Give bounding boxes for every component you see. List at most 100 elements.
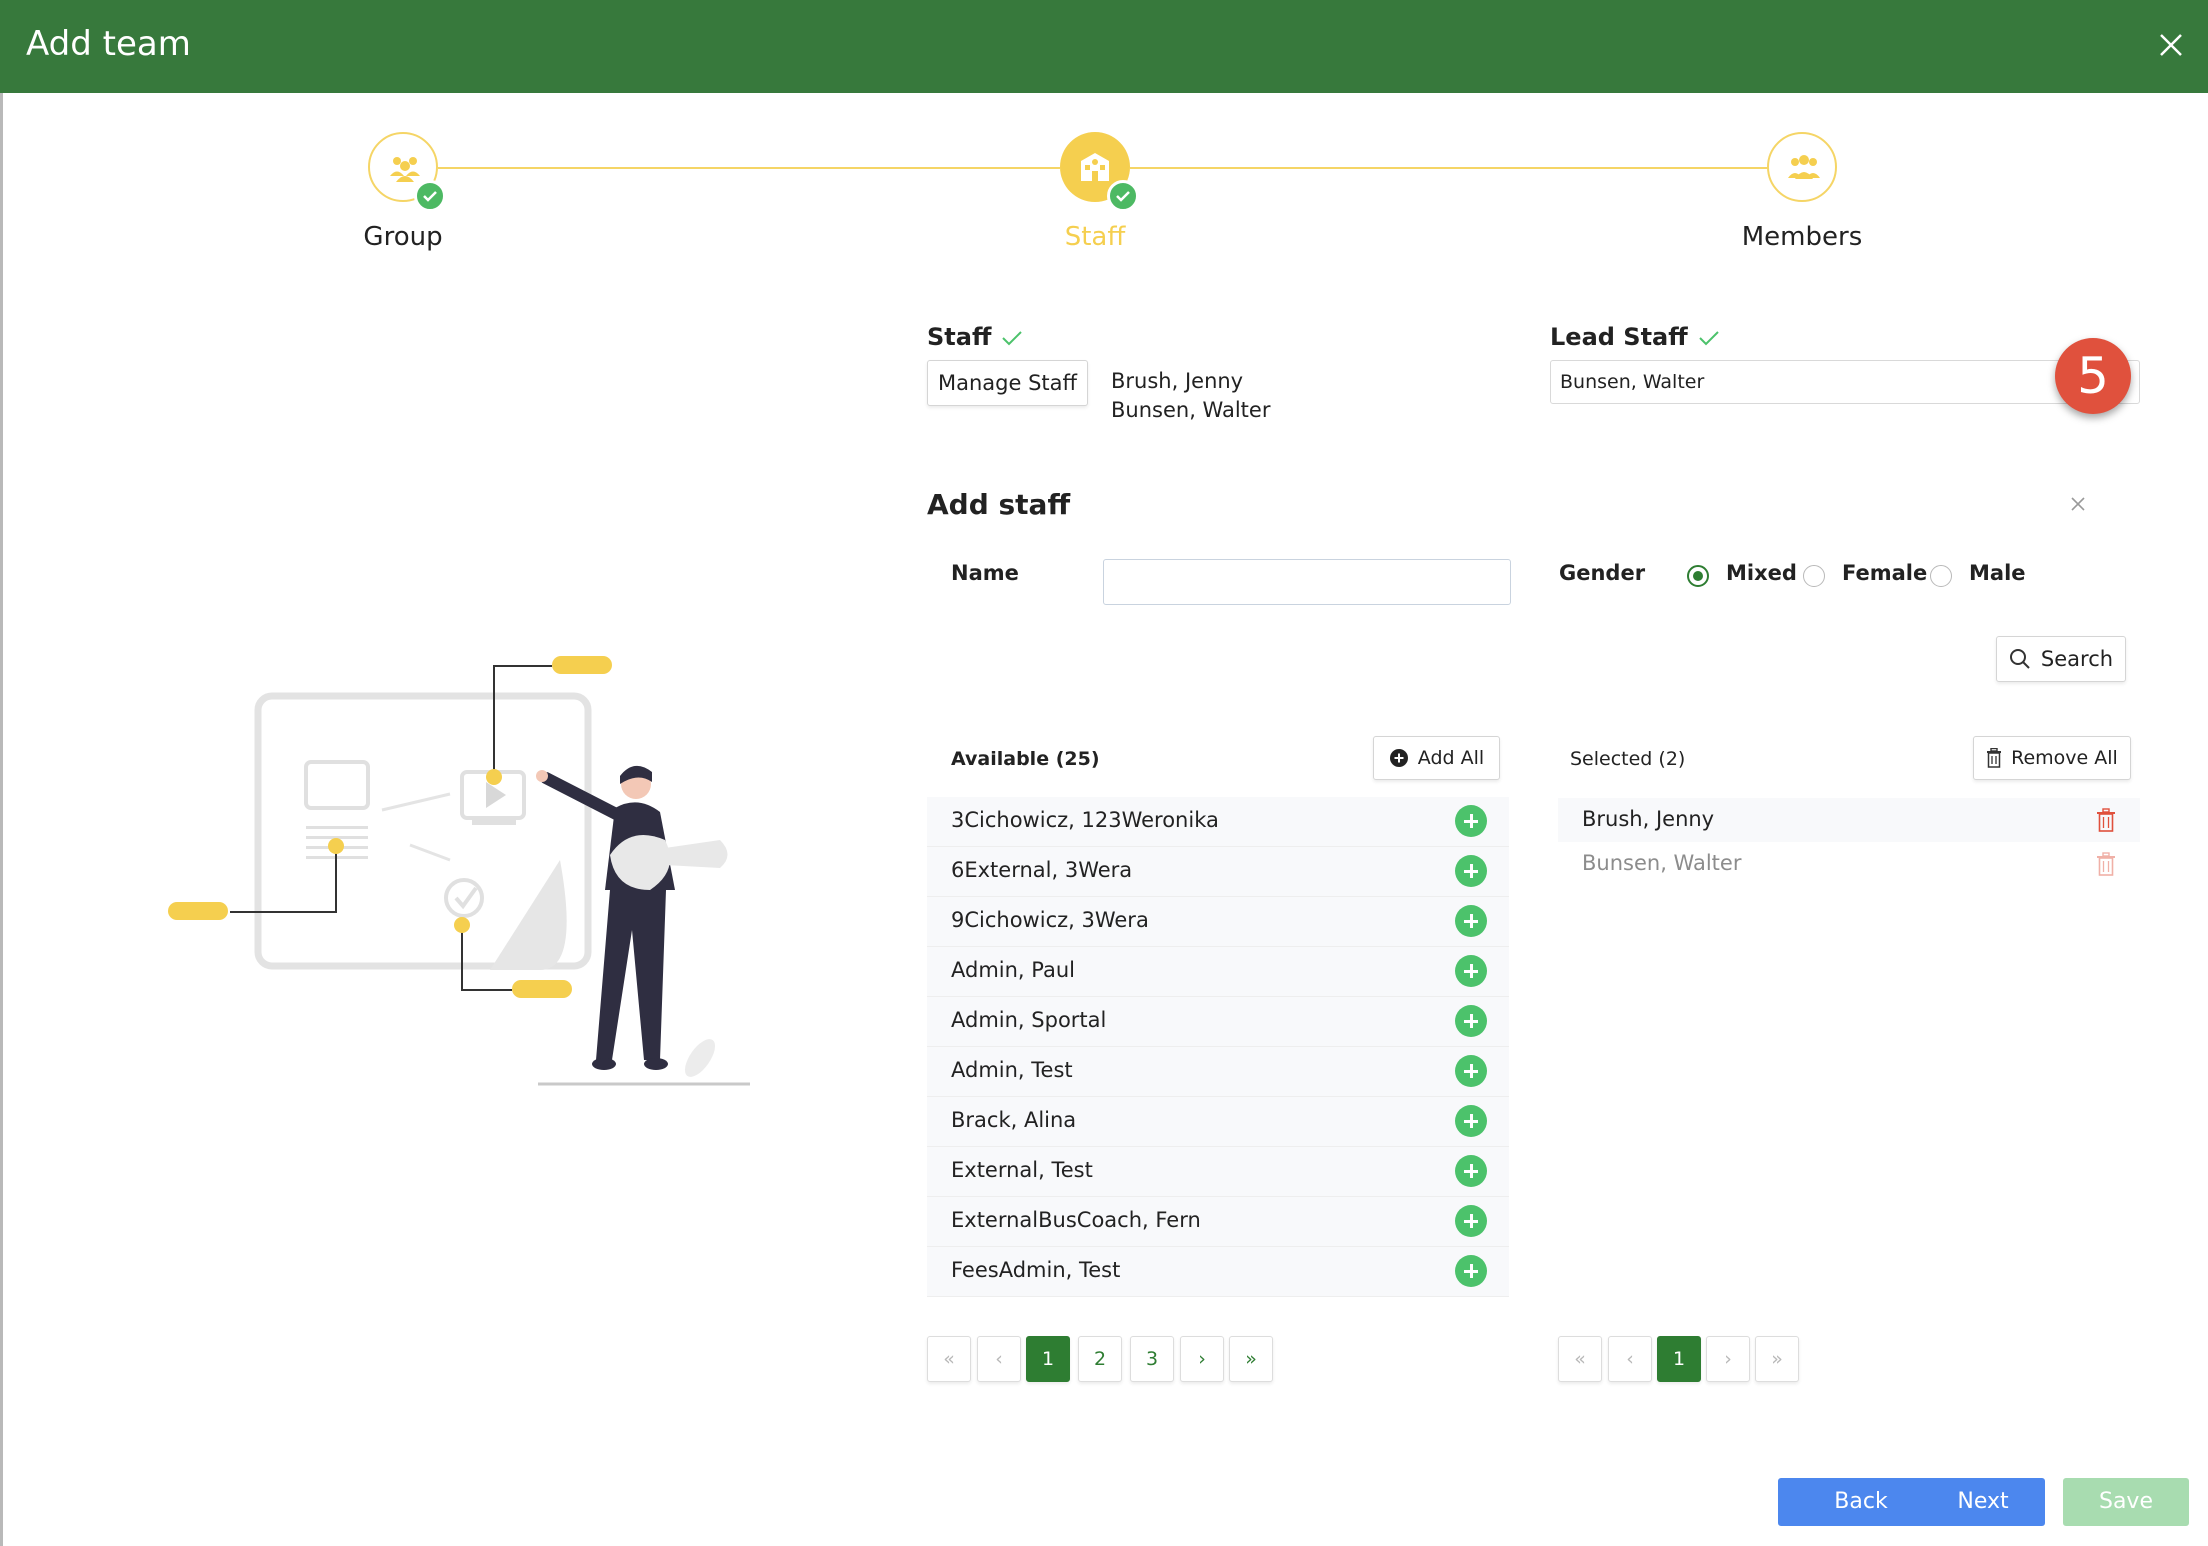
step-label-staff: Staff — [1064, 222, 1126, 252]
name-label: Name — [951, 561, 1019, 585]
pagination-prev[interactable]: ‹ — [1608, 1336, 1652, 1382]
available-row[interactable]: Admin, Test — [927, 1047, 1509, 1097]
gender-radio-female[interactable] — [1803, 565, 1825, 587]
check-icon — [1116, 191, 1130, 202]
staff-illustration — [168, 656, 750, 1086]
manage-staff-button[interactable]: Manage Staff — [927, 360, 1088, 406]
stepper-connector — [1130, 167, 1768, 169]
available-row-label: External, Test — [951, 1158, 1093, 1182]
add-icon[interactable] — [1455, 1255, 1487, 1287]
save-button[interactable]: Save — [2063, 1478, 2189, 1526]
add-icon[interactable] — [1455, 1155, 1487, 1187]
search-icon — [2009, 649, 2030, 669]
add-icon[interactable] — [1455, 1055, 1487, 1087]
dialog-title: Add team — [26, 24, 191, 64]
selected-row[interactable]: Bunsen, Walter — [1558, 842, 2140, 886]
available-row[interactable]: 9Cichowicz, 3Wera — [927, 897, 1509, 947]
plus-circle-icon — [1389, 749, 1408, 767]
step-label-members: Members — [1741, 222, 1863, 252]
pagination-page[interactable]: 1 — [1657, 1336, 1701, 1382]
pagination-last[interactable]: » — [1229, 1336, 1273, 1382]
available-row-label: FeesAdmin, Test — [951, 1258, 1121, 1282]
available-row[interactable]: Brack, Alina — [927, 1097, 1509, 1147]
lead-staff-select[interactable]: Bunsen, Walter — [1550, 360, 2140, 404]
assigned-staff-name: Bunsen, Walter — [1111, 398, 1271, 422]
close-icon[interactable] — [2069, 495, 2087, 513]
available-row-label: 9Cichowicz, 3Wera — [951, 908, 1149, 932]
available-row-label: Admin, Sportal — [951, 1008, 1107, 1032]
add-all-label: Add All — [1417, 747, 1485, 769]
add-staff-title: Add staff — [927, 488, 1071, 521]
add-icon[interactable] — [1455, 1105, 1487, 1137]
remove-all-button[interactable]: Remove All — [1973, 736, 2131, 780]
available-row[interactable]: 3Cichowicz, 123Weronika — [927, 797, 1509, 847]
stepper-connector — [438, 167, 1060, 169]
step-callout-badge: 5 — [2055, 338, 2131, 414]
step-done-check — [414, 180, 446, 212]
lead-staff-label-text: Lead Staff — [1550, 323, 1688, 351]
pagination-page[interactable]: 3 — [1130, 1336, 1174, 1382]
add-icon[interactable] — [1455, 955, 1487, 987]
available-row[interactable]: ExternalBusCoach, Fern — [927, 1197, 1509, 1247]
step-done-check — [1107, 180, 1139, 212]
add-icon[interactable] — [1455, 855, 1487, 887]
add-team-dialog: Add team Group Staff Members Staff Manag… — [0, 0, 2208, 1546]
lead-staff-section-label: Lead Staff — [1550, 323, 1720, 351]
pagination-next[interactable]: › — [1706, 1336, 1750, 1382]
trash-icon — [1987, 748, 2002, 768]
add-icon[interactable] — [1455, 1005, 1487, 1037]
trash-icon[interactable] — [2096, 808, 2116, 832]
back-button[interactable]: Back — [1778, 1478, 1944, 1526]
dialog-header: Add team — [0, 0, 2208, 93]
available-row-label: Admin, Paul — [951, 958, 1076, 982]
trash-icon[interactable] — [2096, 852, 2116, 876]
gender-radio-mixed[interactable] — [1687, 565, 1709, 587]
remove-all-label: Remove All — [2011, 747, 2118, 769]
check-icon — [423, 191, 437, 202]
step-members[interactable] — [1767, 132, 1837, 202]
check-icon — [1698, 331, 1719, 346]
selected-row-label: Bunsen, Walter — [1582, 851, 1742, 875]
selected-row[interactable]: Brush, Jenny — [1558, 798, 2140, 842]
available-row[interactable]: FeesAdmin, Test — [927, 1247, 1509, 1297]
assigned-staff-name: Brush, Jenny — [1111, 369, 1244, 393]
next-button[interactable]: Next — [1921, 1478, 2045, 1526]
pagination-first[interactable]: « — [927, 1336, 971, 1382]
staff-section-label: Staff — [927, 323, 1023, 351]
available-row-label: Admin, Test — [951, 1058, 1073, 1082]
available-row[interactable]: Admin, Sportal — [927, 997, 1509, 1047]
gender-label: Gender — [1559, 561, 1646, 585]
available-row[interactable]: Admin, Paul — [927, 947, 1509, 997]
available-row-label: ExternalBusCoach, Fern — [951, 1208, 1201, 1232]
close-icon[interactable] — [2154, 28, 2188, 62]
available-row[interactable]: 6External, 3Wera — [927, 847, 1509, 897]
pagination-last[interactable]: » — [1755, 1336, 1799, 1382]
window-edge — [0, 93, 3, 1546]
gender-option-label: Mixed — [1726, 561, 1797, 585]
add-all-button[interactable]: Add All — [1373, 736, 1500, 780]
gender-option-label: Male — [1969, 561, 2026, 585]
pagination-prev[interactable]: ‹ — [977, 1336, 1021, 1382]
name-input[interactable] — [1103, 559, 1511, 605]
available-header: Available (25) — [951, 748, 1100, 770]
pagination-page[interactable]: 2 — [1078, 1336, 1122, 1382]
staff-label-text: Staff — [927, 323, 992, 351]
available-row-label: 6External, 3Wera — [951, 858, 1133, 882]
pagination-page[interactable]: 1 — [1026, 1336, 1070, 1382]
search-button[interactable]: Search — [1996, 636, 2126, 682]
check-icon — [1002, 331, 1023, 346]
add-icon[interactable] — [1455, 1205, 1487, 1237]
step-label-group: Group — [363, 222, 443, 252]
building-icon — [1081, 153, 1109, 181]
add-icon[interactable] — [1455, 805, 1487, 837]
available-row[interactable]: External, Test — [927, 1147, 1509, 1197]
add-icon[interactable] — [1455, 905, 1487, 937]
search-button-label: Search — [2040, 647, 2114, 671]
members-icon — [1788, 155, 1820, 179]
pagination-next[interactable]: › — [1180, 1336, 1224, 1382]
selected-row-label: Brush, Jenny — [1582, 807, 1715, 831]
gender-radio-male[interactable] — [1930, 565, 1952, 587]
selected-header: Selected (2) — [1570, 748, 1686, 770]
available-row-label: Brack, Alina — [951, 1108, 1077, 1132]
pagination-first[interactable]: « — [1558, 1336, 1602, 1382]
